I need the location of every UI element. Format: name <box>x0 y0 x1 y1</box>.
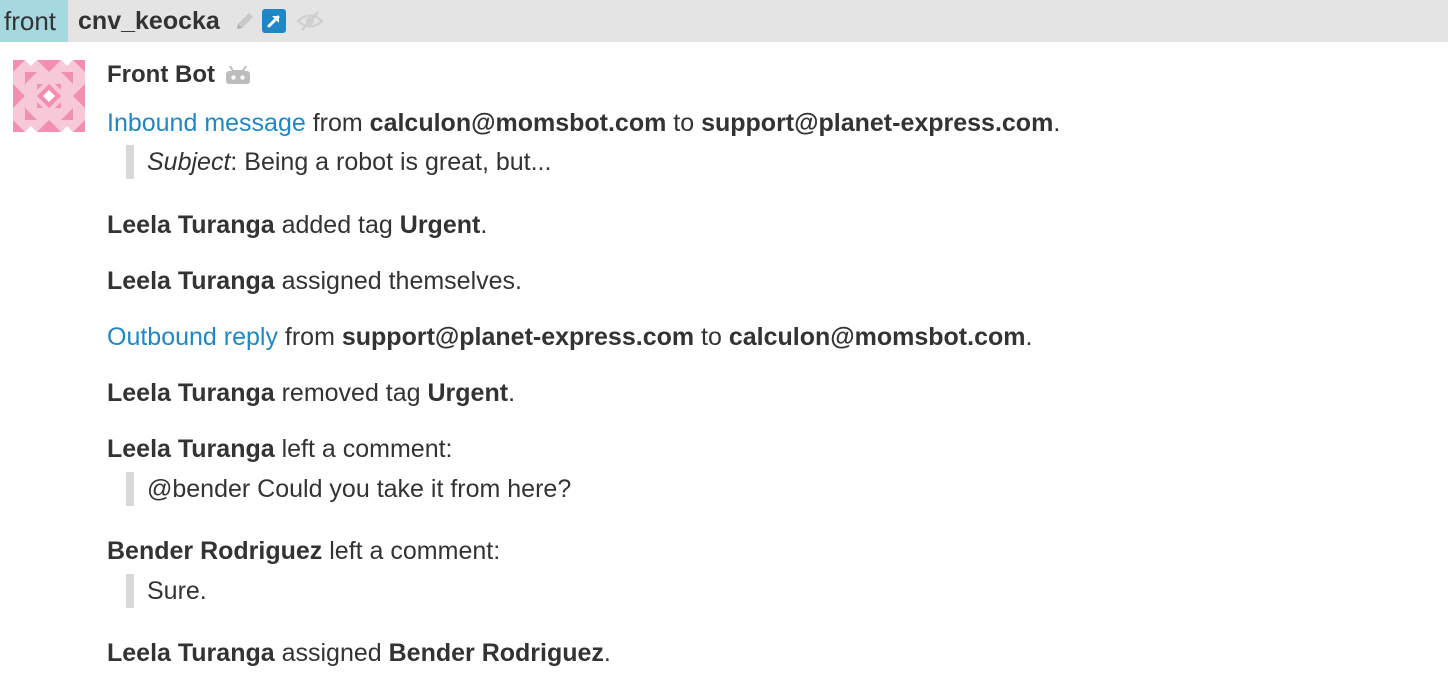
event-verb: left a comment: <box>322 537 501 565</box>
stream-name[interactable]: front <box>0 0 69 42</box>
event-assign-other: Leela Turanga assigned Bender Rodriguez. <box>107 638 611 668</box>
event-verb: assigned <box>274 639 389 667</box>
text-to: to <box>666 109 702 137</box>
text-period: . <box>508 379 516 407</box>
event-verb: added tag <box>274 211 400 239</box>
text-period: . <box>480 211 488 239</box>
event-tag-removed: Leela Turanga removed tag Urgent. <box>107 378 515 408</box>
text-from: from <box>277 323 342 351</box>
subject-text: Being a robot is great, but... <box>244 148 552 176</box>
pencil-icon[interactable] <box>234 10 256 32</box>
actor-name: Leela Turanga <box>107 379 275 407</box>
outbound-reply-link[interactable]: Outbound reply <box>107 323 278 351</box>
inbound-message-link[interactable]: Inbound message <box>107 109 306 137</box>
event-verb: removed tag <box>274 379 428 407</box>
inbound-line: Inbound message from calculon@momsbot.co… <box>107 108 1060 138</box>
text-from: from <box>305 109 370 137</box>
outbound-line: Outbound reply from support@planet-expre… <box>107 322 1032 352</box>
comment-text: Sure. <box>147 577 207 605</box>
topic-name[interactable]: cnv_keocka <box>78 7 220 36</box>
to-email: calculon@momsbot.com <box>728 323 1026 351</box>
actor-name: Leela Turanga <box>107 267 275 295</box>
external-link-icon[interactable] <box>261 9 286 33</box>
assignee-name: Bender Rodriguez <box>388 639 604 667</box>
from-email: support@planet-express.com <box>341 323 695 351</box>
comment-text: @bender Could you take it from here? <box>147 475 572 503</box>
mute-icon[interactable] <box>296 10 324 32</box>
actor-name: Leela Turanga <box>107 639 275 667</box>
recipient-bar: front cnv_keocka <box>0 0 1448 42</box>
tag-name: Urgent <box>427 379 509 407</box>
event-comment-1: Leela Turanga left a comment: <box>107 434 453 464</box>
text-period: . <box>1053 109 1061 137</box>
subject-sep: : <box>230 148 245 176</box>
from-email: calculon@momsbot.com <box>369 109 667 137</box>
avatar[interactable] <box>13 60 85 132</box>
comment-quote-1: @bender Could you take it from here? <box>126 472 571 506</box>
text-period: . <box>603 639 611 667</box>
text-period: . <box>1025 323 1033 351</box>
actor-name: Bender Rodriguez <box>107 537 323 565</box>
comment-quote-2: Sure. <box>126 574 207 608</box>
sender-name-row: Front Bot <box>107 60 251 90</box>
to-email: support@planet-express.com <box>701 109 1054 137</box>
bot-icon <box>225 65 251 85</box>
event-verb: left a comment: <box>274 435 453 463</box>
actor-name: Leela Turanga <box>107 211 275 239</box>
sender-name[interactable]: Front Bot <box>107 61 215 89</box>
event-tag-added: Leela Turanga added tag Urgent. <box>107 210 487 240</box>
subject-quote: Subject: Being a robot is great, but... <box>126 145 551 179</box>
event-comment-2: Bender Rodriguez left a comment: <box>107 536 500 566</box>
subject-label: Subject <box>147 148 231 176</box>
event-verb: assigned themselves. <box>274 267 522 295</box>
text-to: to <box>694 323 729 351</box>
event-assign-self: Leela Turanga assigned themselves. <box>107 266 522 296</box>
actor-name: Leela Turanga <box>107 435 275 463</box>
tag-name: Urgent <box>399 211 481 239</box>
